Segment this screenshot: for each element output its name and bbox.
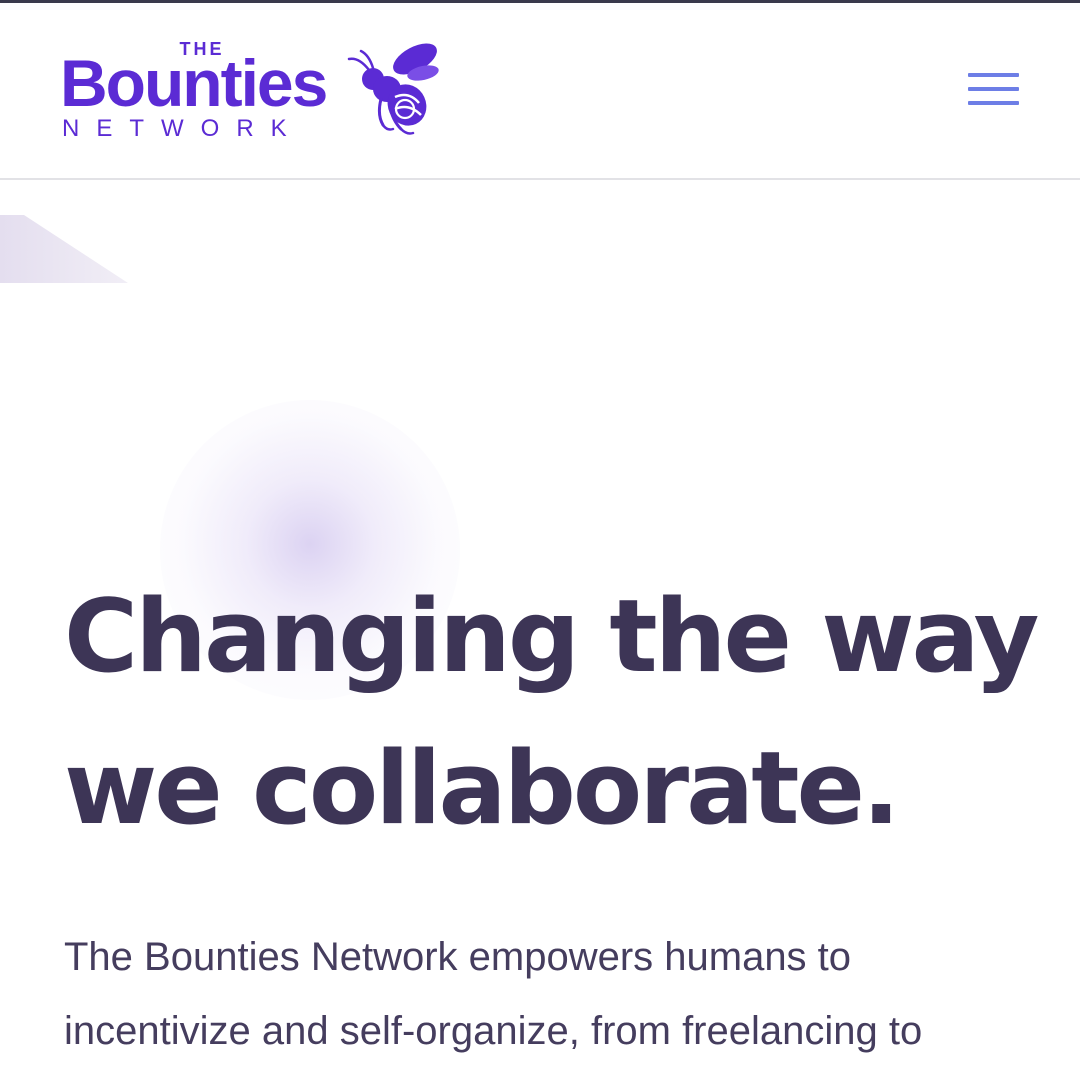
logo-link[interactable]: THE Bounties NETWORK <box>60 35 450 145</box>
menu-bar-top <box>968 73 1019 77</box>
logo-wordmark: Bounties <box>60 46 328 120</box>
bee-icon <box>347 43 439 135</box>
decorative-shape <box>0 215 128 283</box>
site-header: THE Bounties NETWORK <box>0 3 1080 180</box>
hamburger-menu-icon[interactable] <box>962 67 1026 111</box>
menu-bar-bottom <box>968 101 1019 105</box>
menu-bar-middle <box>968 87 1019 91</box>
hero-title: Changing the way we collaborate. <box>64 577 1039 847</box>
logo-network-text: NETWORK <box>62 115 304 142</box>
hero-description: The Bounties Network empowers humans to … <box>64 935 923 1053</box>
